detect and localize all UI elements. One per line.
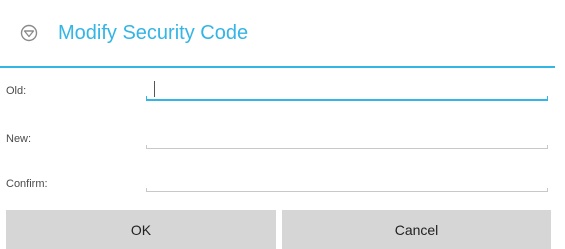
dialog-title: Modify Security Code [58, 22, 249, 44]
old-code-field[interactable] [146, 81, 548, 101]
shield-icon [20, 24, 38, 42]
ok-button[interactable]: OK [6, 210, 276, 249]
confirm-code-field[interactable] [146, 172, 548, 192]
new-code-field[interactable] [146, 129, 548, 149]
new-code-label: New: [6, 133, 32, 145]
modify-security-code-dialog: Modify Security Code Old: New: Confirm: … [0, 0, 565, 249]
text-caret [154, 81, 155, 97]
cancel-button[interactable]: Cancel [282, 210, 551, 249]
confirm-code-label: Confirm: [6, 178, 48, 190]
old-code-label: Old: [6, 85, 27, 97]
dialog-title-bar: Modify Security Code [0, 0, 555, 68]
